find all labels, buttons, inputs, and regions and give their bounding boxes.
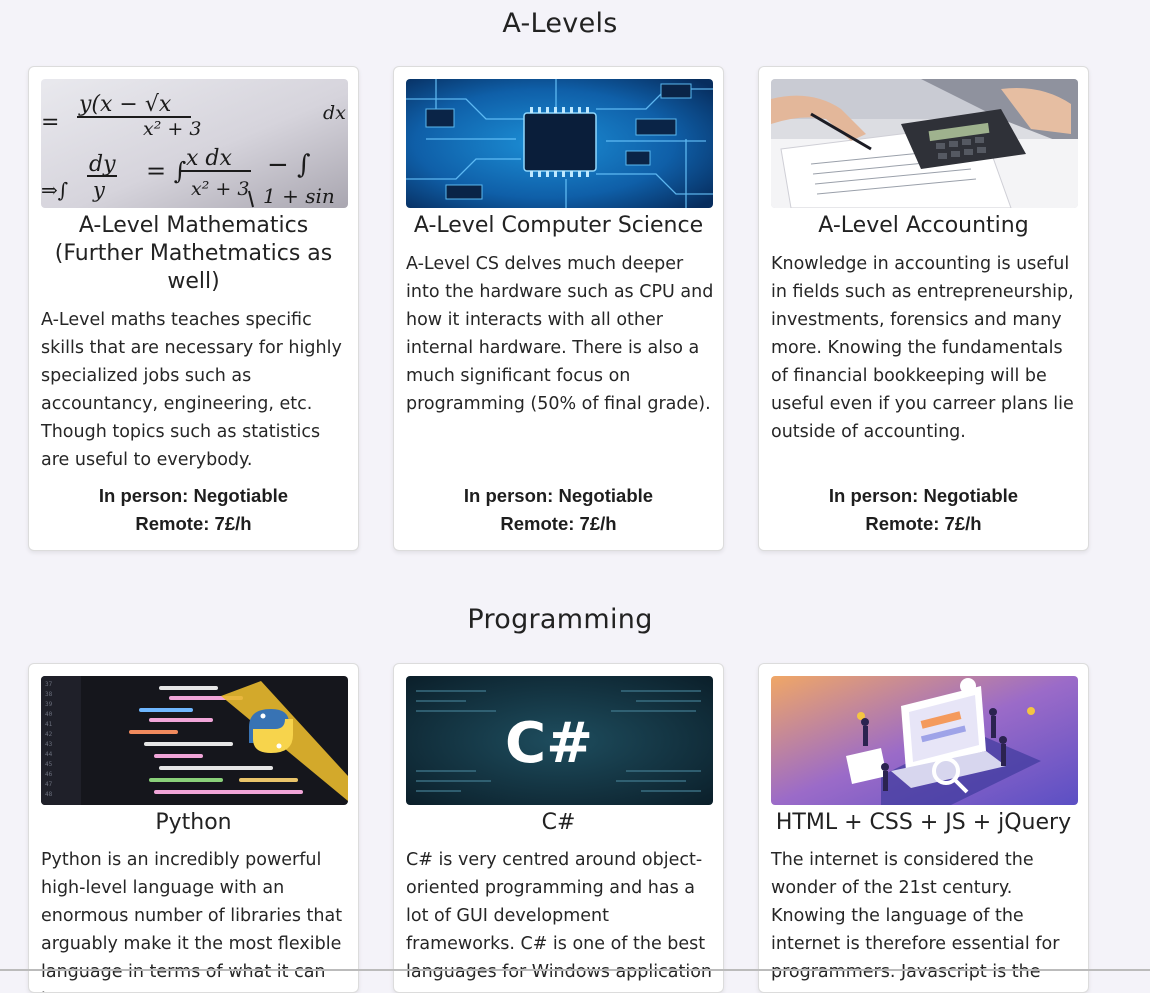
svg-text:37: 37 [45, 681, 53, 688]
svg-text:47: 47 [45, 781, 53, 788]
card-title: A-Level Computer Science [413, 213, 704, 238]
section-title-programming: Programming [467, 604, 653, 635]
price-info: In person: Negotiable Remote: 7£/h [759, 482, 1088, 538]
circuit-board-image [406, 79, 713, 208]
svg-text:dx: dx [323, 102, 346, 124]
card-title: A-Level Mathematics (Further Mathetmatic… [54, 213, 333, 294]
svg-text:y: y [92, 178, 106, 202]
course-card-mathematics[interactable]: y(x − √x x² + 3 dy y x dx x² + 3 dx 1 + … [28, 66, 359, 551]
svg-text:⇒∫: ⇒∫ [41, 178, 68, 202]
svg-text:1 + sin: 1 + sin [263, 184, 335, 208]
svg-text:39: 39 [45, 701, 53, 708]
svg-text:x² + 3: x² + 3 [191, 178, 249, 200]
svg-text:38: 38 [45, 691, 53, 698]
price-in-person: In person: Negotiable [463, 485, 654, 506]
price-remote: Remote: 7£/h [500, 513, 617, 534]
course-card-computer-science[interactable]: A-Level Computer Science A-Level CS delv… [393, 66, 724, 551]
python-image: 37 38 39 40 41 42 43 44 45 46 47 48 [41, 676, 348, 805]
section-title-a-levels: A-Levels [502, 8, 618, 39]
svg-text:45: 45 [45, 761, 53, 768]
card-title: Python [155, 810, 232, 835]
price-remote: Remote: 7£/h [865, 513, 982, 534]
course-card-csharp[interactable]: C# C# C# is very centred around object- … [393, 663, 724, 993]
card-description: The internet is considered the wonder of… [771, 850, 1060, 982]
svg-text:dy: dy [89, 152, 116, 177]
svg-text:C#: C# [505, 711, 593, 776]
course-card-web[interactable]: HTML + CSS + JS + jQuery The internet is… [758, 663, 1089, 993]
price-in-person: In person: Negotiable [828, 485, 1019, 506]
svg-text:− ∫: − ∫ [267, 150, 311, 180]
svg-text:43: 43 [45, 741, 53, 748]
card-title: C# [541, 810, 576, 835]
csharp-image: C# [406, 676, 713, 805]
course-card-python[interactable]: 37 38 39 40 41 42 43 44 45 46 47 48 Pyth… [28, 663, 359, 993]
svg-text:41: 41 [45, 721, 53, 728]
card-description: A-Level CS delves much deeper into the h… [406, 254, 714, 414]
svg-text:x dx: x dx [186, 146, 232, 171]
svg-text:y(x − √x: y(x − √x [78, 92, 172, 117]
svg-text:46: 46 [45, 771, 53, 778]
price-in-person: In person: Negotiable [98, 485, 289, 506]
price-info: In person: Negotiable Remote: 7£/h [394, 482, 723, 538]
price-info: In person: Negotiable Remote: 7£/h [29, 482, 358, 538]
svg-text:44: 44 [45, 751, 53, 758]
svg-text:=: = [41, 110, 59, 135]
card-description: Knowledge in accounting is useful in fie… [771, 254, 1074, 442]
price-remote: Remote: 7£/h [135, 513, 252, 534]
svg-text:40: 40 [45, 711, 53, 718]
card-title: A-Level Accounting [818, 213, 1029, 238]
card-description: C# is very centred around object- orient… [406, 850, 712, 982]
svg-text:x² + 3: x² + 3 [143, 118, 201, 140]
course-card-accounting[interactable]: A-Level Accounting Knowledge in accounti… [758, 66, 1089, 551]
svg-text:42: 42 [45, 731, 53, 738]
card-description: A-Level maths teaches specific skills th… [41, 310, 342, 470]
web-development-image [771, 676, 1078, 805]
svg-text:= ∫: = ∫ [146, 157, 186, 185]
mathematics-image: y(x − √x x² + 3 dy y x dx x² + 3 dx 1 + … [41, 79, 348, 208]
accounting-image [771, 79, 1078, 208]
card-title: HTML + CSS + JS + jQuery [775, 810, 1072, 835]
svg-text:48: 48 [45, 791, 53, 798]
